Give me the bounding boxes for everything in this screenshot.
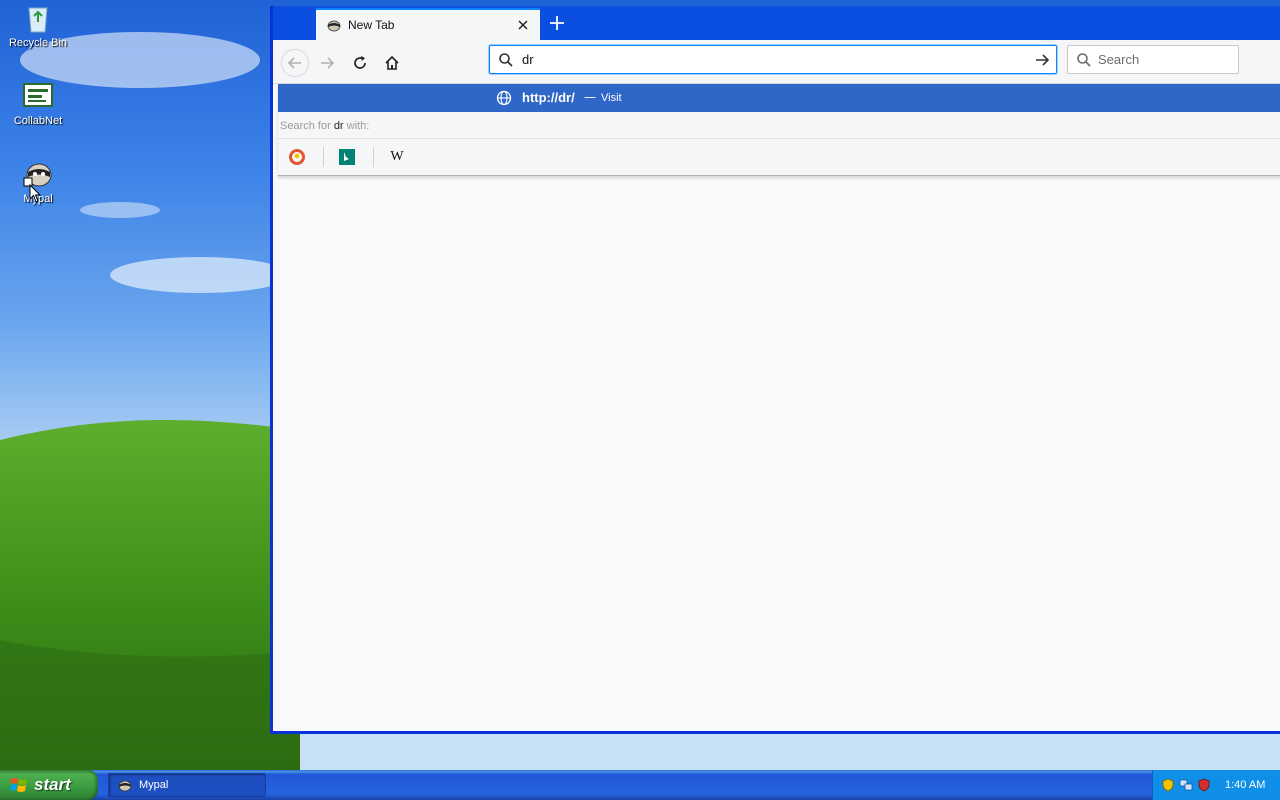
search-with-label: Search for dr with: [280,120,369,132]
duckduckgo-icon [289,149,305,165]
globe-icon [496,90,512,106]
engine-divider [373,147,374,167]
suggestion-action: Visit [601,92,622,104]
arrow-right-icon [321,57,335,69]
reload-button[interactable] [346,49,374,77]
start-label: start [34,775,71,794]
home-button[interactable] [378,49,406,77]
tab-new-tab[interactable]: New Tab [316,8,540,40]
back-button[interactable] [281,49,309,77]
network-icon[interactable] [1179,778,1193,792]
tab-strip: New Tab [273,6,1280,40]
windows-logo-icon [10,778,27,792]
reload-icon [354,56,366,69]
close-tab-button[interactable] [514,16,532,34]
suggestion-separator: — [584,90,596,104]
engine-bing[interactable] [332,145,362,169]
forward-button[interactable] [313,49,341,77]
bing-icon [339,149,355,165]
antivirus-shield-icon[interactable] [1197,778,1211,792]
mypal-icon [118,780,132,792]
tab-title: New Tab [348,18,395,32]
arrow-right-icon [1036,53,1050,66]
search-placeholder: Search [1098,52,1140,67]
search-icon [1077,52,1091,67]
wikipedia-icon: W [390,149,404,164]
desktop-icon-recycle-bin[interactable]: Recycle Bin [0,2,76,49]
search-icon [499,52,513,67]
url-autocomplete-popup: http://dr/ — Visit Search for dr with: W [278,84,1280,176]
engine-divider [323,147,324,167]
search-with-prefix: Search for [280,120,331,132]
desktop-icon-label: Recycle Bin [8,37,68,49]
close-icon [518,20,528,30]
go-button[interactable] [1034,52,1050,68]
desktop-icon-collabnet[interactable]: CollabNet [0,80,76,127]
taskbar: start Mypal 1:40 AM [0,770,1280,800]
system-tray: 1:40 AM [1152,770,1280,800]
security-shield-icon[interactable] [1161,778,1175,792]
taskbar-button-mypal[interactable]: Mypal [108,773,266,797]
home-icon [385,55,399,70]
mouse-cursor-icon [29,184,42,203]
desktop-icon-label: CollabNet [13,115,63,127]
autocomplete-suggestion[interactable]: http://dr/ — Visit [278,84,1280,112]
page-content[interactable] [273,84,1280,731]
collabnet-icon [23,83,53,107]
navigation-toolbar: dr Search [273,40,1280,84]
browser-window: New Tab dr Search http://dr/ — Visit Sea… [270,6,1280,734]
engine-wikipedia[interactable]: W [382,145,412,169]
clock[interactable]: 1:40 AM [1225,779,1265,791]
search-with-query: dr [333,120,344,132]
recycle-bin-icon [28,7,48,33]
taskbar-button-label: Mypal [139,779,169,791]
search-bar[interactable]: Search [1067,45,1239,74]
start-button[interactable]: start [0,770,98,800]
engine-duckduckgo[interactable] [282,145,312,169]
suggestion-url: http://dr/ [522,90,575,105]
new-tab-button[interactable] [543,10,571,36]
search-engine-list: W [278,138,1280,174]
url-bar[interactable]: dr [489,45,1057,74]
arrow-left-icon [287,57,301,69]
url-input[interactable]: dr [522,52,1034,67]
plus-icon [550,16,564,30]
mypal-favicon-icon [327,20,341,32]
search-with-suffix: with: [346,120,370,132]
